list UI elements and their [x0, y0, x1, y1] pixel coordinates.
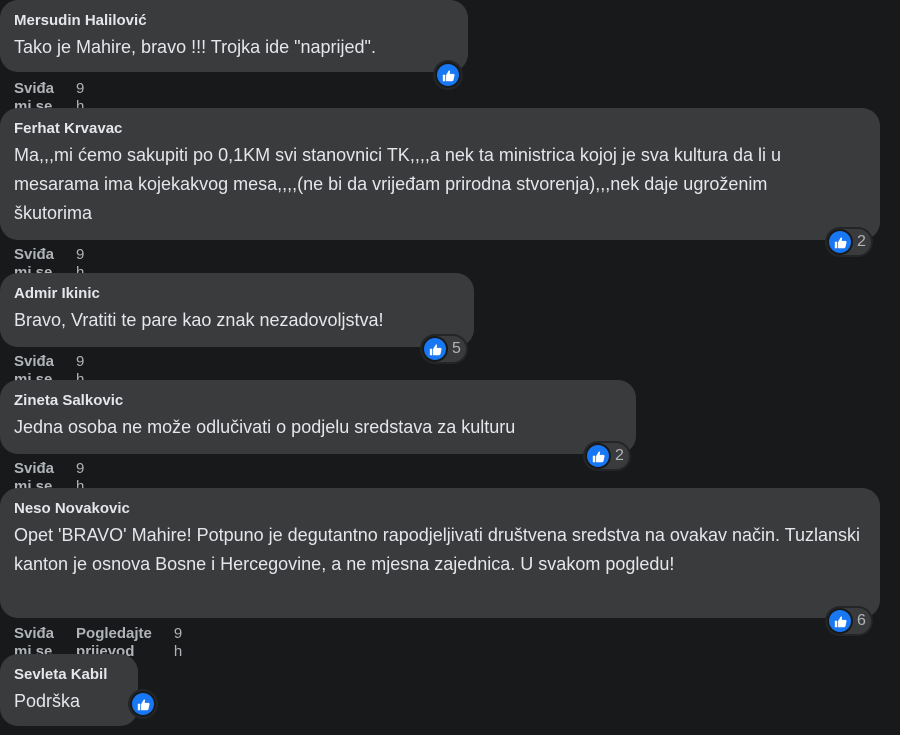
comment-text: Bravo, Vratiti te pare kao znak nezadovo…	[14, 310, 384, 330]
reaction-count: 2	[857, 233, 866, 250]
reaction-summary[interactable]	[130, 691, 156, 717]
comment-bubble: Mersudin Halilović Tako je Mahire, bravo…	[0, 0, 468, 72]
comment-author[interactable]: Ferhat Krvavac	[14, 120, 866, 138]
comment-bubble: Neso Novakovic Opet 'BRAVO' Mahire! Potp…	[0, 488, 880, 618]
comment-bubble: Ferhat Krvavac Ma,,,mi ćemo sakupiti po …	[0, 108, 880, 240]
comment-text: Podrška	[14, 691, 81, 711]
reaction-count: 5	[452, 340, 461, 357]
reaction-summary[interactable]: 5	[422, 336, 466, 362]
comment-author[interactable]: Sevleta Kabil	[14, 666, 124, 684]
like-icon	[829, 231, 851, 253]
comment-bubble: Admir Ikinic Bravo, Vratiti te pare kao …	[0, 273, 474, 347]
reaction-summary[interactable]: 2	[827, 229, 871, 255]
comment-author[interactable]: Zineta Salkovic	[14, 392, 622, 410]
comment-author[interactable]: Mersudin Halilović	[14, 12, 454, 30]
reaction-summary[interactable]: 2	[585, 443, 629, 469]
like-icon	[132, 693, 154, 715]
like-icon	[424, 338, 446, 360]
comment-text: Tako je Mahire, bravo !!! Trojka ide "na…	[14, 37, 376, 57]
reaction-summary[interactable]	[435, 62, 461, 88]
reaction-count: 6	[857, 612, 866, 629]
like-icon	[587, 445, 609, 467]
comment-bubble: Sevleta Kabil Podrška	[0, 654, 138, 726]
reaction-count: 2	[615, 447, 624, 464]
comment-text: Ma,,,mi ćemo sakupiti po 0,1KM svi stano…	[14, 145, 781, 223]
comment-text: Opet 'BRAVO' Mahire! Potpuno je degutant…	[14, 525, 861, 574]
like-icon	[829, 610, 851, 632]
comment-author[interactable]: Admir Ikinic	[14, 285, 460, 303]
comment-author[interactable]: Neso Novakovic	[14, 500, 866, 518]
reaction-summary[interactable]: 6	[827, 608, 871, 634]
like-icon	[437, 64, 459, 86]
comment-text: Jedna osoba ne može odlučivati o podjelu…	[14, 417, 516, 437]
timestamp[interactable]: 9 h	[174, 625, 182, 661]
comment-bubble: Zineta Salkovic Jedna osoba ne može odlu…	[0, 380, 636, 454]
